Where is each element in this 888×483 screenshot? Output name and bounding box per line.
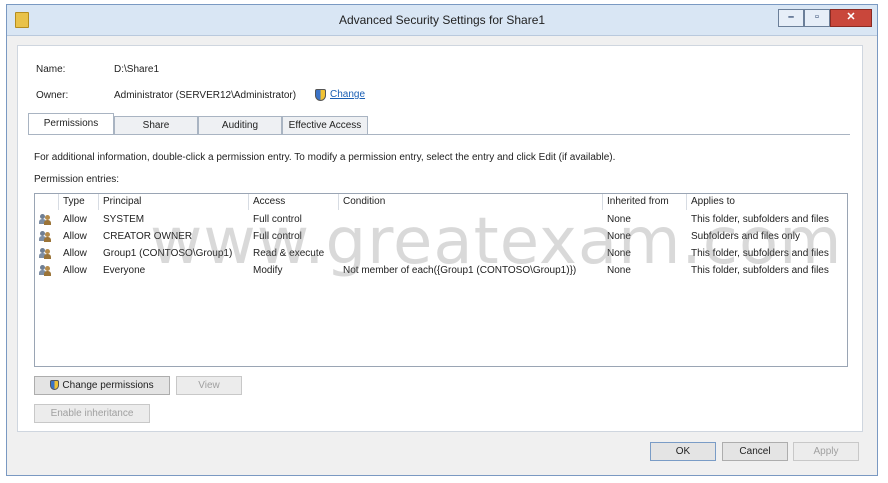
uac-shield-icon — [50, 380, 60, 390]
name-value: D:\Share1 — [114, 64, 160, 75]
tab-permissions[interactable]: Permissions — [28, 113, 114, 135]
close-button[interactable]: ✕ — [830, 9, 872, 27]
cell-applies-to: This folder, subfolders and files — [691, 214, 829, 225]
change-owner-link[interactable]: Change — [330, 89, 365, 100]
users-icon — [39, 214, 52, 225]
apply-button[interactable]: Apply — [793, 442, 859, 461]
cell-applies-to: Subfolders and files only — [691, 231, 800, 242]
cell-condition — [343, 211, 601, 228]
column-header-inherited-from[interactable]: Inherited from — [603, 194, 687, 210]
enable-inheritance-button[interactable]: Enable inheritance — [34, 404, 150, 423]
permission-entries-label: Permission entries: — [34, 174, 120, 185]
column-header-access[interactable]: Access — [249, 194, 339, 210]
permission-entries-list[interactable]: Type Principal Access Condition Inherite… — [34, 193, 848, 367]
cell-access: Read & execute — [253, 248, 325, 259]
cell-type: Allow — [63, 265, 87, 276]
window-title: Advanced Security Settings for Share1 — [338, 13, 546, 27]
change-permissions-button[interactable]: Change permissions — [34, 376, 170, 395]
cell-applies-to: This folder, subfolders and files — [691, 265, 829, 276]
uac-shield-icon — [315, 89, 326, 101]
cell-access: Full control — [253, 231, 302, 242]
cell-inherited-from: None — [607, 248, 631, 259]
cell-access: Full control — [253, 214, 302, 225]
cell-condition: Not member of each({Group1 (CONTOSO\Grou… — [343, 265, 577, 276]
table-row[interactable]: Allow SYSTEM Full control None This fold… — [35, 211, 847, 228]
cell-inherited-from: None — [607, 231, 631, 242]
cell-principal: SYSTEM — [103, 214, 145, 225]
cell-access: Modify — [253, 265, 283, 276]
minimize-button[interactable]: – — [778, 9, 804, 27]
tab-share[interactable]: Share — [114, 116, 198, 134]
name-label: Name: — [36, 64, 66, 75]
owner-value: Administrator (SERVER12\Administrator) — [114, 90, 297, 101]
table-row[interactable]: Allow Group1 (CONTOSO\Group1) Read & exe… — [35, 245, 847, 262]
column-header-condition[interactable]: Condition — [339, 194, 603, 210]
column-header-applies-to[interactable]: Applies to — [687, 194, 847, 210]
advanced-security-settings-window: Advanced Security Settings for Share1 – … — [6, 4, 878, 476]
column-header-icon[interactable] — [35, 194, 59, 210]
tab-panel-border — [28, 134, 850, 135]
column-header-principal[interactable]: Principal — [99, 194, 249, 210]
change-permissions-label: Change permissions — [62, 380, 154, 391]
cell-type: Allow — [63, 214, 87, 225]
owner-label: Owner: — [36, 90, 69, 101]
title-bar[interactable]: Advanced Security Settings for Share1 – … — [7, 5, 877, 36]
cell-type: Allow — [63, 231, 87, 242]
column-header-type[interactable]: Type — [59, 194, 99, 210]
cell-principal: Everyone — [103, 265, 146, 276]
cancel-button[interactable]: Cancel — [722, 442, 788, 461]
view-button[interactable]: View — [176, 376, 242, 395]
cell-principal: CREATOR OWNER — [103, 231, 193, 242]
users-icon — [39, 265, 52, 276]
cell-type: Allow — [63, 248, 87, 259]
cell-inherited-from: None — [607, 214, 631, 225]
cell-principal: Group1 (CONTOSO\Group1) — [103, 248, 233, 259]
cell-condition — [343, 228, 601, 245]
cell-applies-to: This folder, subfolders and files — [691, 248, 829, 259]
table-row[interactable]: Allow Everyone Modify Not member of each… — [35, 262, 847, 279]
content-panel: Name: D:\Share1 Owner: Administrator (SE… — [17, 45, 863, 432]
users-icon — [39, 248, 52, 259]
table-row[interactable]: Allow CREATOR OWNER Full control None Su… — [35, 228, 847, 245]
tab-effective-access[interactable]: Effective Access — [282, 116, 368, 134]
ok-button[interactable]: OK — [650, 442, 716, 461]
tab-auditing[interactable]: Auditing — [198, 116, 282, 134]
cell-condition — [343, 245, 601, 262]
help-text: For additional information, double-click… — [34, 152, 616, 163]
users-icon — [39, 231, 52, 242]
cell-inherited-from: None — [607, 265, 631, 276]
maximize-button[interactable]: ▫ — [804, 9, 830, 27]
